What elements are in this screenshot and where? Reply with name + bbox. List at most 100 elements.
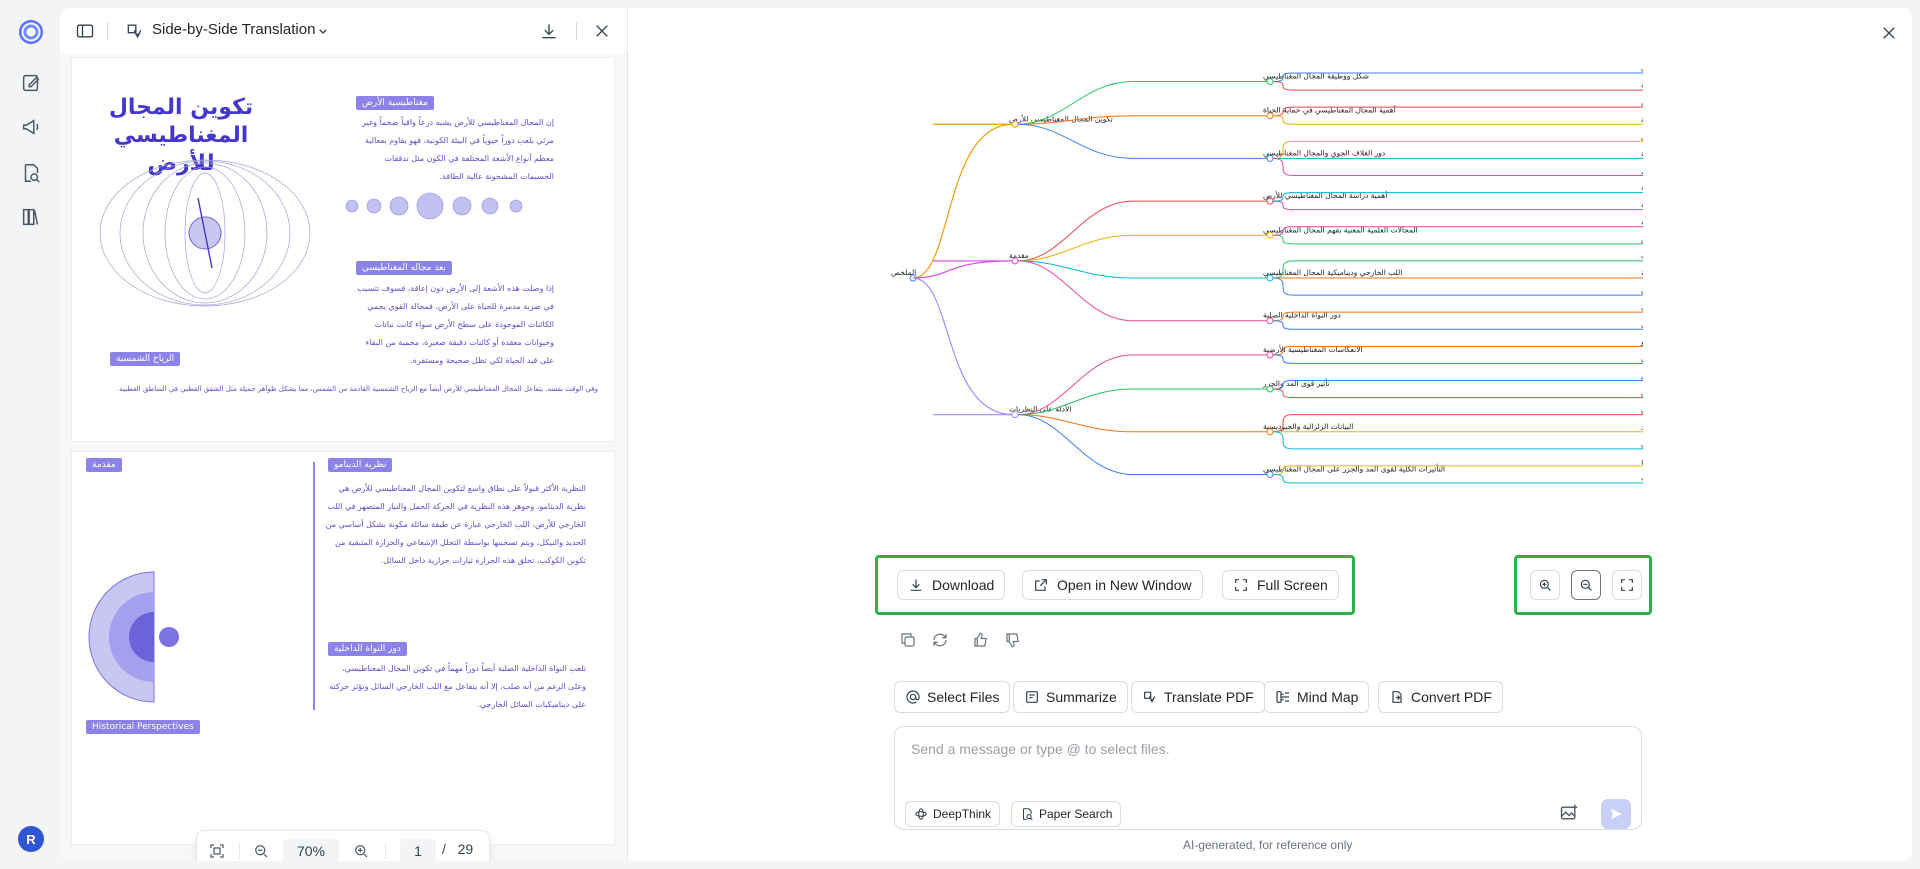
mindmap-topic-label[interactable]: أهمية دراسة المجال المغناطيسي للأرض [1263, 190, 1387, 200]
message-composer[interactable]: Send a message or type @ to select files… [894, 726, 1642, 830]
copy-icon[interactable] [898, 630, 918, 650]
download-icon[interactable] [538, 20, 560, 42]
mindmap-edge [1272, 354, 1294, 364]
library-icon[interactable] [20, 206, 42, 228]
megaphone-icon[interactable] [20, 116, 42, 138]
fit-view-button[interactable] [1612, 570, 1642, 600]
mindmap-leaf-label[interactable]: فهم تكوين المجال المغناطيسي مرتبط بعدة ت… [1641, 216, 1643, 226]
mindmap-leaf-label[interactable]: اللب الخارجي هو طبقة سائلة ساخنة تتسخن ب… [1641, 251, 1643, 260]
paragraph: إن المجال المغناطيسي للأرض يشبه درعاً وا… [362, 118, 554, 181]
thumbs-up-icon[interactable] [971, 630, 991, 650]
toggle-sidebar-icon[interactable] [74, 20, 96, 42]
select-files-button[interactable]: Select Files [894, 681, 1011, 713]
mindmap-leaf-label[interactable]: يؤدي فقدان المجال إلى انقراض سريع للكائن… [1641, 115, 1643, 124]
mindmap-leaf-label[interactable]: تؤدي التيارات الحرارية داخل السائل، مع د… [1641, 268, 1643, 278]
open-new-window-button[interactable]: Open in New Window [1022, 570, 1203, 600]
app-logo-icon[interactable] [19, 20, 43, 44]
pdf-panel-header: Side-by-Side Translation [60, 8, 627, 54]
mindmap-node [1266, 274, 1274, 282]
mindmap-topic-label[interactable]: الانعكاسات المغناطيسية الأرضية [1263, 344, 1363, 354]
mindmap-leaf-label[interactable]: أثبتت الدراسات المحتملة لتأثير قوى المد … [1641, 369, 1643, 380]
send-button[interactable] [1601, 799, 1631, 829]
page-number-input[interactable]: 1 [400, 839, 436, 861]
mindmap-leaf-label[interactable]: كشفت الدراسات الجيولوجية للصخور القديمة … [1641, 353, 1643, 363]
chevron-down-icon[interactable] [312, 20, 334, 42]
mindmap-actions-group: Download Open in New Window Full Screen [875, 555, 1355, 615]
pdf-viewer[interactable]: تكوين المجال المغناطيسي للأرض مغناطيسية … [60, 54, 627, 861]
mindmap-leaf-label[interactable]: قد يؤدي ذلك إلى اضطرابات في توليد المجال… [1641, 474, 1643, 483]
mindmap-branch-label[interactable]: مقدمة [1009, 251, 1029, 260]
regenerate-icon[interactable] [930, 630, 950, 650]
paper-search-toggle[interactable]: Paper Search [1011, 801, 1122, 827]
magnetic-field-illustration [99, 159, 311, 307]
full-screen-button[interactable]: Full Screen [1222, 570, 1339, 600]
zoom-level[interactable]: 70% [283, 839, 339, 861]
mindmap-leaf-label[interactable]: تسبب تقلبات المد والجزر في المحيطات الأر… [1641, 387, 1643, 397]
zoom-out-icon[interactable] [251, 841, 271, 861]
mindmap-leaf-label[interactable]: نتيجة لحركة الحمل الحراري والدوران في ال… [1641, 285, 1643, 295]
convert-icon [1392, 691, 1402, 703]
paper-search-label: Paper Search [1039, 807, 1113, 821]
mindmap-leaf-label[interactable]: تتفاعل هذه النواة مع اللب الخارجي السائل… [1641, 319, 1643, 329]
column-divider [313, 462, 315, 710]
close-icon[interactable] [591, 20, 613, 42]
close-icon[interactable] [1878, 22, 1900, 44]
mindmap-leaf-label[interactable]: يوفر المجال المغناطيسي ضمانة لزيادة الحي… [1641, 166, 1643, 175]
mindmap-leaf-label[interactable]: النظرية الأكثر قبولاً لتكوينه هي نظرية ا… [1641, 233, 1643, 243]
mindmap-edge [1272, 388, 1294, 399]
message-input-placeholder[interactable]: Send a message or type @ to select files… [911, 741, 1170, 757]
download-button[interactable]: Download [897, 570, 1006, 600]
convert-pdf-button[interactable]: Convert PDF [1378, 681, 1503, 713]
mindmap-topic-label[interactable]: التأثيرات الكلية لقوى المد والجزر على ال… [1263, 463, 1445, 473]
mindmap-leaf-label[interactable]: الخرائط المستمدة من مسوحات الجاذبية والم… [1641, 439, 1643, 448]
mindmap-leaf-label[interactable]: لقوى المد والجزر يمكن أن يؤثر إلى حد ما … [1641, 455, 1643, 465]
section-label: مقدمة [86, 458, 122, 472]
mind-map-button[interactable]: Mind Map [1264, 681, 1370, 713]
mindmap-leaf-label[interactable]: من خلال تحليل انتقال الموجات الزلزالية ع… [1641, 421, 1643, 431]
zoom-in-button[interactable] [1530, 570, 1560, 600]
zoom-out-button[interactable] [1571, 570, 1601, 600]
fit-page-icon[interactable] [207, 841, 227, 861]
translate-pdf-button[interactable]: Translate PDF [1131, 681, 1265, 713]
zoom-controls-group [1514, 555, 1652, 615]
image-upload-icon[interactable] [1559, 803, 1579, 823]
mindmap-node [1011, 120, 1019, 128]
full-screen-label: Full Screen [1257, 577, 1328, 593]
mindmap-edge [1017, 414, 1134, 433]
pdf-panel-title[interactable]: Side-by-Side Translation [152, 21, 315, 38]
translate-icon [1144, 691, 1156, 704]
mindmap-leaf-label[interactable]: يعمل المجال المغناطيسي كدرع: إذا وصلت ال… [1641, 97, 1643, 107]
summarize-button[interactable]: Summarize [1013, 681, 1128, 713]
section-label: دور النواة الداخلية [328, 642, 407, 656]
mindmap-leaf-label[interactable]: يلعب دوراً مهماً في حماية الحياة على الأ… [1641, 199, 1643, 210]
mindmap-leaf-label[interactable]: يقاوم بفعالية معظم أنواع الأشعة المختلفة… [1641, 80, 1643, 90]
thumbs-down-icon[interactable] [1003, 630, 1023, 650]
mindmap-leaf-label[interactable]: المجال المغناطيسي للأرض موضوع جاذب في كو… [1641, 182, 1643, 192]
page-separator: / [442, 841, 446, 857]
download-label: Download [932, 577, 995, 593]
mind-map[interactable]: الملخصتكوين المجال المغناطيسي للأرضشكل و… [873, 63, 1643, 493]
mindmap-leaf-label[interactable]: النواة الداخلية الصلبة تؤدي دوراً في تكو… [1641, 301, 1643, 312]
mind-map-label: Mind Map [1297, 689, 1359, 705]
divider [576, 22, 577, 40]
paragraph: النظرية الأكثر قبولاً على نطاق واسع لتكو… [325, 484, 586, 565]
section-label: نظرية الدينامو [328, 458, 393, 472]
left-rail: R [0, 0, 60, 869]
paragraph: تلعب النواة الداخلية الصلبة أيضاً دوراً … [329, 664, 586, 709]
zoom-in-icon[interactable] [351, 841, 371, 861]
mindmap-edge [1272, 473, 1294, 484]
mindmap-leaf-label[interactable]: إذا فقد الغلاف دوره في الحماية، ستضعف ال… [1641, 147, 1643, 158]
avatar[interactable]: R [18, 826, 44, 852]
mindmap-leaf-label[interactable]: توفر البيانات الزلزالية معلومات عن بنية … [1641, 404, 1643, 414]
mindmap-node [1011, 257, 1019, 265]
mindmap-leaf-label[interactable]: حدوث الانعكاسات المغناطيسية الأرضية هو أ… [1640, 336, 1643, 346]
mindmap-topic-label[interactable]: البيانات الزلزالية والجيوديسية [1263, 422, 1353, 431]
mindmap-node [1266, 317, 1274, 325]
edit-icon[interactable] [20, 72, 42, 94]
mind-map-icon [1276, 691, 1289, 703]
mindmap-leaf-label[interactable]: الغلاف الجوي يعمل كطبقة إضافية لحماية ال… [1641, 131, 1643, 141]
mindmap-topic-label[interactable]: اللب الخارجي وديناميكية المجال المغناطيس… [1263, 268, 1402, 277]
mindmap-leaf-label[interactable]: يحمي المجال المغناطيسي الأرض من الإشعاع … [1641, 63, 1643, 73]
doc-search-icon[interactable] [20, 162, 42, 184]
deepthink-toggle[interactable]: DeepThink [905, 801, 1001, 827]
